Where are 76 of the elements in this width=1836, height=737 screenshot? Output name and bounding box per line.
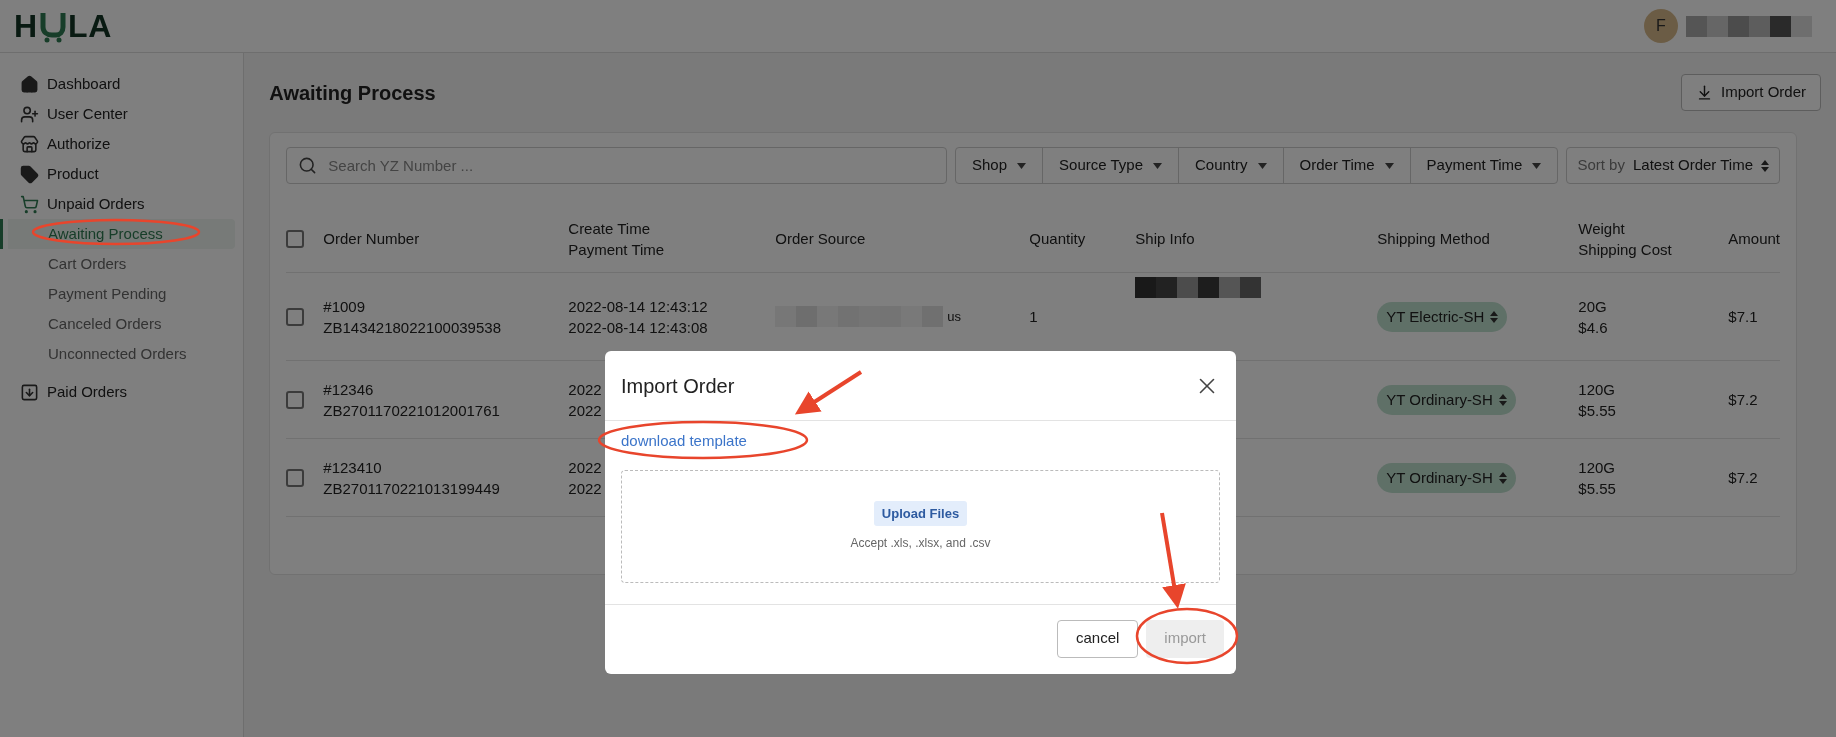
cancel-button[interactable]: cancel xyxy=(1056,619,1139,658)
quantity-cell: 1 xyxy=(1029,308,1038,325)
order-number-cell-text: #123410 ZB2701170221013199449 xyxy=(323,457,501,499)
weight-cost-cell-text: 20G $4.6 xyxy=(1578,296,1609,338)
search-icon xyxy=(298,156,318,175)
column-header: Order Number xyxy=(323,229,421,249)
time-cell-text: 2022-08-14 12:43:12 2022-08-14 12:43:08 xyxy=(568,296,708,338)
upload-dropzone[interactable]: Upload Files Accept .xls, .xlsx, and .csv xyxy=(621,470,1220,583)
amount-cell-text: $7.2 xyxy=(1728,468,1759,488)
column-header: Shipping Method xyxy=(1377,229,1491,249)
download-template-link[interactable]: download template xyxy=(621,432,747,449)
filter-dropdown[interactable]: Payment Time xyxy=(1409,148,1558,183)
amount-cell-text: $7.2 xyxy=(1728,390,1759,410)
sidebar-item[interactable]: Dashboard xyxy=(0,69,236,99)
order-number-cell-text: #1009 ZB1434218022100039538 xyxy=(323,296,502,338)
column-header: Ship Info xyxy=(1135,229,1196,249)
caret-icon xyxy=(1153,162,1162,169)
row-checkbox[interactable] xyxy=(286,468,305,487)
search-field[interactable]: Search YZ Number ... xyxy=(286,147,947,184)
order-number-cell-text: #12346 ZB2701170221012001761 xyxy=(323,379,501,421)
filter-dropdown[interactable]: Source Type xyxy=(1042,148,1178,183)
cart-icon xyxy=(20,194,39,214)
time-cell-text: 2022 2022 xyxy=(568,457,602,499)
amount-cell-text: $7.1 xyxy=(1728,307,1759,327)
logo[interactable]: H LA xyxy=(14,2,113,50)
shipping-method-select[interactable]: YT Ordinary-SH xyxy=(1377,384,1516,415)
sidebar-subitem[interactable]: Cart Orders xyxy=(0,249,236,279)
tray-download-icon xyxy=(20,382,39,402)
caret-icon xyxy=(1384,162,1394,169)
column-header: Weight Shipping Cost xyxy=(1578,218,1673,260)
annotation-arrow xyxy=(794,370,863,415)
shipping-method-select[interactable]: YT Ordinary-SH xyxy=(1377,462,1516,493)
up-down-icon xyxy=(1498,471,1507,484)
sidebar-subitem[interactable]: Unconnected Orders xyxy=(0,339,236,369)
house-icon xyxy=(20,74,39,94)
dialog-title: Import Order xyxy=(621,373,735,399)
caret-icon xyxy=(1257,162,1267,169)
accepted-formats-text: Accept .xls, .xlsx, and .csv xyxy=(850,535,991,553)
row-checkbox[interactable] xyxy=(286,307,305,326)
column-header: Quantity xyxy=(1029,229,1087,249)
caret-icon xyxy=(1017,162,1027,169)
shipping-method-select[interactable]: YT Electric-SH xyxy=(1377,301,1508,332)
filter-dropdown[interactable]: Country xyxy=(1178,148,1283,183)
weight-cost-cell-text: 120G $5.55 xyxy=(1578,457,1617,499)
user-plus-icon xyxy=(20,104,39,124)
sidebar-subitem[interactable]: Canceled Orders xyxy=(0,309,236,339)
sort-label: Sort by xyxy=(1577,155,1625,176)
time-cell-text: 2022 2022 xyxy=(568,379,602,421)
sidebar-item[interactable]: Unpaid Orders xyxy=(0,189,236,219)
weight-cost-cell-text: 120G $5.55 xyxy=(1578,379,1617,421)
select-all-checkbox[interactable] xyxy=(286,229,305,248)
storefront-icon xyxy=(20,134,39,154)
order-source-cell-text: us xyxy=(947,308,962,326)
sidebar-item[interactable]: Paid Orders xyxy=(0,377,236,407)
column-header: Amount xyxy=(1728,229,1780,249)
caret-icon xyxy=(1532,162,1542,169)
up-down-icon xyxy=(1490,310,1499,323)
sidebar-item[interactable]: User Center xyxy=(0,99,236,129)
filter-dropdown[interactable]: Shop xyxy=(956,148,1043,183)
up-down-icon xyxy=(1761,159,1769,172)
column-header: Order Source xyxy=(775,229,867,249)
sidebar-subitem[interactable]: Payment Pending xyxy=(0,279,236,309)
upload-files-button[interactable]: Upload Files xyxy=(873,500,968,527)
column-header: Create Time Payment Time xyxy=(568,218,666,260)
filter-dropdown[interactable]: Order Time xyxy=(1282,148,1410,183)
import-order-button[interactable]: Import Order xyxy=(1680,74,1821,111)
row-checkbox[interactable] xyxy=(286,390,305,409)
sort-value: Latest Order Time xyxy=(1632,155,1753,176)
up-down-icon xyxy=(1498,393,1507,406)
sidebar-item[interactable]: Authorize xyxy=(0,129,236,159)
sort-select[interactable]: Sort by Latest Order Time xyxy=(1566,147,1780,184)
sidebar-item[interactable]: Product xyxy=(0,159,236,189)
avatar[interactable]: F xyxy=(1644,9,1678,43)
page-title: Awaiting Process xyxy=(269,80,436,106)
active-indicator xyxy=(0,219,3,249)
tag-icon xyxy=(20,164,39,184)
